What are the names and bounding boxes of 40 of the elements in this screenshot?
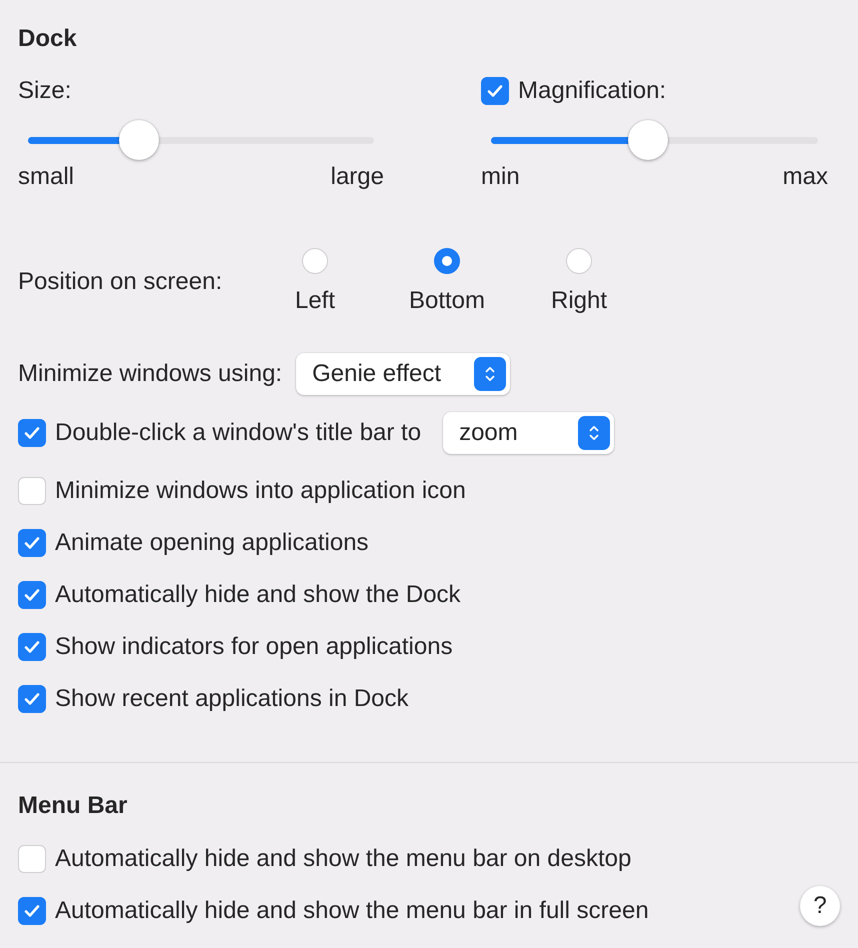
stepper-icon (474, 357, 506, 391)
radio-label: Bottom (408, 286, 486, 316)
checkbox-label: Automatically hide and show the menu bar in full screen (55, 896, 649, 926)
checkbox[interactable] (18, 633, 46, 661)
checkbox-label: Automatically hide and show the menu bar on desktop (55, 844, 632, 874)
field-label: Minimize windows using: (18, 359, 282, 389)
slider-max-label: large (330, 162, 384, 192)
popup-menu[interactable]: Genie effect (296, 353, 510, 395)
radio-label: Right (550, 286, 608, 316)
slider-thumb[interactable] (628, 120, 668, 160)
checkbox[interactable] (18, 845, 46, 873)
slider-thumb[interactable] (118, 120, 159, 160)
checkbox-label: Minimize windows into application icon (55, 476, 466, 506)
checkbox[interactable] (18, 477, 46, 505)
radio-button[interactable] (566, 248, 592, 274)
slider-min-label: small (18, 162, 74, 192)
popup-menu[interactable]: zoom (443, 412, 614, 454)
section-title: Dock (18, 24, 78, 54)
checkbox[interactable] (481, 77, 509, 105)
checkbox[interactable] (18, 897, 46, 925)
slider-min-label: min (481, 162, 520, 192)
radio-label: Left (294, 286, 336, 316)
checkbox-label: Show indicators for open applications (55, 632, 453, 662)
checkbox[interactable] (18, 685, 46, 713)
radio-button[interactable] (434, 248, 460, 274)
field-label: Position on screen: (18, 267, 224, 297)
slider-max-label: max (782, 162, 828, 192)
checkbox-label: Automatically hide and show the Dock (55, 580, 461, 610)
checkbox-label: Double-click a window's title bar to (55, 418, 422, 448)
slider-label: Size: (18, 76, 72, 106)
checkbox-label: Show recent applications in Dock (55, 684, 409, 714)
section-title: Menu Bar (18, 791, 128, 821)
checkbox[interactable] (18, 529, 46, 557)
checkbox[interactable] (18, 581, 46, 609)
checkbox-label: Animate opening applications (55, 528, 369, 558)
stepper-icon (578, 416, 610, 450)
slider-label: Magnification: (518, 76, 666, 106)
help-button[interactable]: ? (800, 886, 840, 926)
checkbox[interactable] (18, 419, 46, 447)
radio-button[interactable] (302, 248, 328, 274)
